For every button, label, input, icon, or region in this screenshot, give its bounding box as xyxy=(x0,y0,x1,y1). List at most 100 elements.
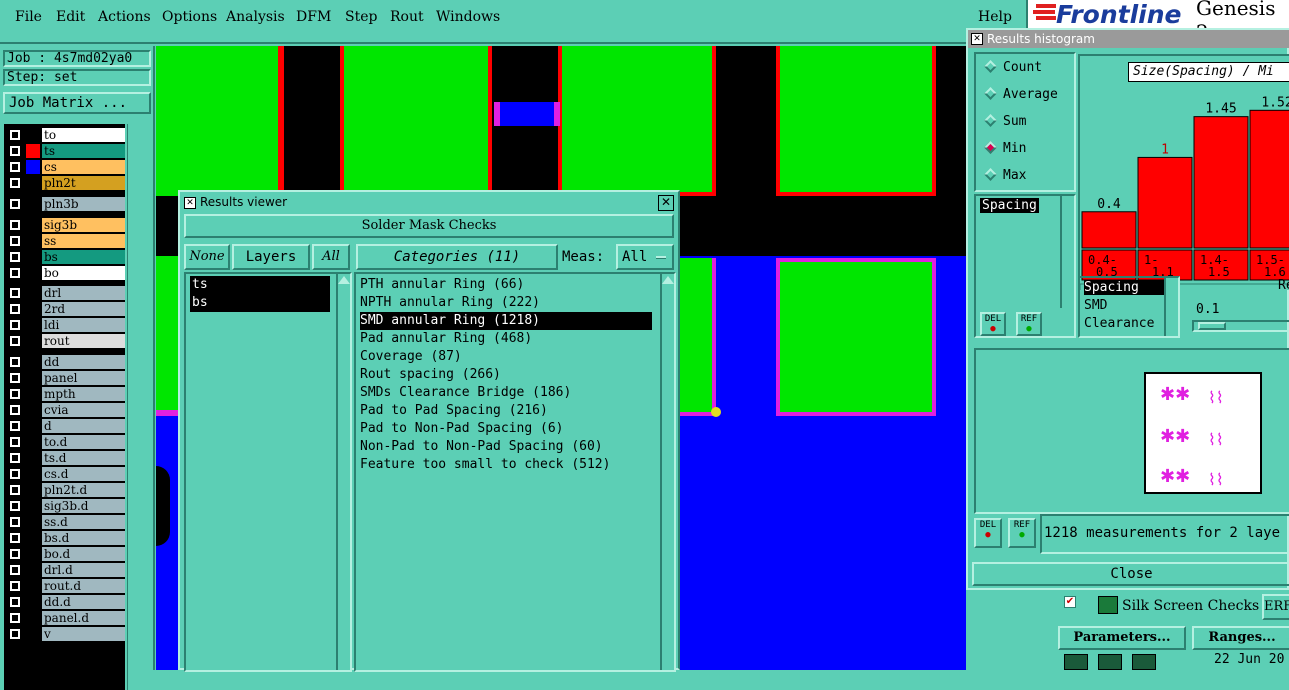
layer-color-swatch[interactable] xyxy=(26,144,40,158)
layer-checkbox[interactable] xyxy=(10,421,20,432)
ranges-button[interactable]: Ranges... xyxy=(1192,626,1289,650)
layer-checkbox[interactable] xyxy=(10,267,20,278)
layer-checkbox[interactable] xyxy=(10,320,20,331)
layer-checkbox[interactable] xyxy=(10,533,20,544)
layer-checkbox[interactable] xyxy=(10,485,20,496)
layer-color-swatch[interactable] xyxy=(26,563,40,578)
layer-row[interactable]: 2rd xyxy=(8,302,125,317)
layer-checkbox[interactable] xyxy=(10,304,20,315)
layer-color-swatch[interactable] xyxy=(26,515,40,530)
histogram-bar[interactable] xyxy=(1249,109,1289,249)
layer-checkbox[interactable] xyxy=(10,437,20,448)
delete-button[interactable]: DEL ● xyxy=(974,518,1002,548)
close-icon[interactable]: ✕ xyxy=(658,195,674,211)
category-item[interactable]: SMD annular Ring (1218) xyxy=(360,312,652,330)
measure-item[interactable]: Spacing xyxy=(1084,280,1164,295)
layer-checkbox[interactable] xyxy=(10,357,20,368)
layer-color-swatch[interactable] xyxy=(26,371,40,386)
menu-rout[interactable]: Rout xyxy=(390,9,424,25)
layer-color-swatch[interactable] xyxy=(26,233,40,248)
layer-row[interactable]: ss.d xyxy=(8,515,125,530)
all-button[interactable]: All xyxy=(312,244,350,270)
delete-button[interactable]: DEL ● xyxy=(980,312,1006,336)
category-item[interactable]: PTH annular Ring (66) xyxy=(360,276,524,294)
measure-item[interactable]: SMD xyxy=(1084,298,1107,313)
layer-row[interactable]: drl xyxy=(8,286,125,301)
menu-windows[interactable]: Windows xyxy=(436,9,500,25)
layer-list-scrollbar[interactable] xyxy=(336,274,350,670)
menu-step[interactable]: Step xyxy=(345,9,377,25)
layer-row[interactable]: ts.d xyxy=(8,451,125,466)
layer-color-swatch[interactable] xyxy=(26,611,40,626)
layer-color-swatch[interactable] xyxy=(26,217,40,232)
layer-checkbox[interactable] xyxy=(10,469,20,480)
layer-checkbox[interactable] xyxy=(10,162,20,172)
histogram-bar[interactable] xyxy=(1193,116,1249,249)
checkbox-icon[interactable]: ✔ xyxy=(1064,596,1076,608)
layer-color-swatch[interactable] xyxy=(26,334,40,349)
layer-color-swatch[interactable] xyxy=(26,579,40,594)
parameters-button[interactable]: Parameters... xyxy=(1058,626,1186,650)
layer-color-swatch[interactable] xyxy=(26,355,40,370)
tool-icon[interactable] xyxy=(1064,654,1088,670)
layer-row[interactable]: bo xyxy=(8,265,125,280)
type-list-scrollbar[interactable] xyxy=(1060,196,1074,308)
layer-row[interactable]: dd.d xyxy=(8,595,125,610)
radio-min[interactable]: Min xyxy=(984,141,1026,156)
layer-checkbox[interactable] xyxy=(10,336,20,347)
layer-color-swatch[interactable] xyxy=(26,435,40,450)
radio-sum[interactable]: Sum xyxy=(984,114,1026,129)
layer-checkbox[interactable] xyxy=(10,565,20,576)
layer-row[interactable]: pln3b xyxy=(8,196,125,211)
close-button[interactable]: Close xyxy=(972,562,1289,586)
solder-mask-checks-header[interactable]: Solder Mask Checks xyxy=(184,214,674,238)
layer-checkbox[interactable] xyxy=(10,501,20,512)
menu-dfm[interactable]: DFM xyxy=(296,9,331,25)
layer-list-scrollbar[interactable] xyxy=(127,124,151,690)
job-matrix-button[interactable]: Job Matrix ... xyxy=(3,92,151,114)
category-item[interactable]: NPTH annular Ring (222) xyxy=(360,294,540,312)
scroll-up-icon[interactable] xyxy=(338,276,350,284)
layer-row[interactable]: panel xyxy=(8,371,125,386)
type-item[interactable]: Spacing xyxy=(980,198,1039,213)
slider-handle[interactable] xyxy=(1198,322,1226,330)
layer-color-swatch[interactable] xyxy=(26,499,40,514)
layer-row[interactable]: panel.d xyxy=(8,611,125,626)
category-item[interactable]: Non-Pad to Non-Pad Spacing (60) xyxy=(360,438,603,456)
layer-row[interactable]: to.d xyxy=(8,435,125,450)
layer-color-swatch[interactable] xyxy=(26,160,40,174)
layer-checkbox[interactable] xyxy=(10,581,20,592)
layer-color-swatch[interactable] xyxy=(26,249,40,264)
radio-count[interactable]: Count xyxy=(984,60,1042,75)
layer-color-swatch[interactable] xyxy=(26,286,40,301)
layer-row[interactable]: cvia xyxy=(8,403,125,418)
layer-color-swatch[interactable] xyxy=(26,627,40,642)
layer-checkbox[interactable] xyxy=(10,235,20,246)
layer-checkbox[interactable] xyxy=(10,130,20,140)
reference-button[interactable]: REF ● xyxy=(1008,518,1036,548)
layer-checkbox[interactable] xyxy=(10,373,20,384)
layer-row[interactable]: ldi xyxy=(8,318,125,333)
window-menu-icon[interactable]: ✕ xyxy=(971,33,983,45)
layer-row[interactable]: mpth xyxy=(8,387,125,402)
layer-color-swatch[interactable] xyxy=(26,387,40,402)
layer-row[interactable]: to xyxy=(8,128,125,142)
layer-row[interactable]: cs.d xyxy=(8,467,125,482)
layer-result-item[interactable]: ts xyxy=(190,276,330,294)
menu-options[interactable]: Options xyxy=(162,9,217,25)
layer-row[interactable]: pln2t.d xyxy=(8,483,125,498)
histogram-bar[interactable] xyxy=(1137,156,1193,249)
layer-checkbox[interactable] xyxy=(10,405,20,416)
layer-checkbox[interactable] xyxy=(10,251,20,262)
categories-button[interactable]: Categories (11) xyxy=(356,244,558,270)
layer-checkbox[interactable] xyxy=(10,198,20,209)
menu-file[interactable]: File xyxy=(15,9,42,25)
layer-checkbox[interactable] xyxy=(10,613,20,624)
menu-help[interactable]: Help xyxy=(978,9,1012,25)
meas-dropdown[interactable]: All xyxy=(616,244,674,270)
menu-edit[interactable]: Edit xyxy=(56,9,85,25)
layer-checkbox[interactable] xyxy=(10,629,20,640)
results-viewer-titlebar[interactable]: ✕ Results viewer ✕ xyxy=(182,194,676,212)
layer-color-swatch[interactable] xyxy=(26,318,40,333)
layer-row[interactable]: pln2t xyxy=(8,176,125,190)
